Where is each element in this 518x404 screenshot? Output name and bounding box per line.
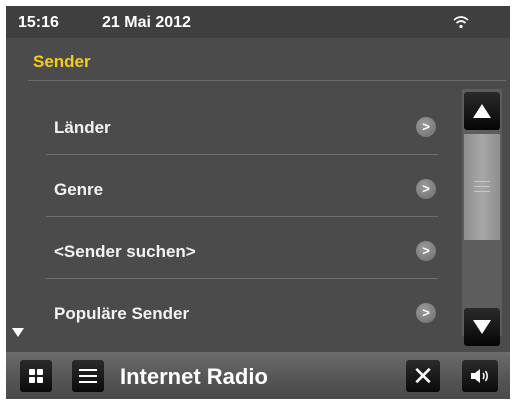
list-divider (46, 154, 438, 155)
grip-line (474, 181, 490, 182)
radio-screen: 15:16 21 Mai 2012 Sender Länder > Genre … (6, 6, 510, 399)
chevron-right-icon: > (416, 117, 436, 137)
list-item-label: <Sender suchen> (54, 242, 196, 261)
clock-time: 15:16 (18, 14, 59, 31)
chevron-right-icon: > (416, 179, 436, 199)
page-title: Sender (33, 52, 91, 71)
menu-button[interactable] (72, 360, 104, 392)
status-bar: 15:16 21 Mai 2012 (6, 6, 510, 38)
wifi-icon (453, 16, 469, 29)
list-item-sender-suchen[interactable]: <Sender suchen> > (46, 218, 438, 279)
list-item-laender[interactable]: Länder > (46, 94, 438, 155)
scrollbar-thumb[interactable] (464, 134, 500, 240)
list-item-label: Genre (54, 180, 104, 199)
volume-button[interactable] (462, 360, 498, 392)
list-divider (46, 278, 438, 279)
list-divider (46, 216, 438, 217)
header-divider (28, 80, 506, 81)
grip-line (474, 186, 490, 187)
list-item-label: Länder (54, 118, 111, 137)
triangle-up-icon (473, 104, 491, 118)
triangle-down-icon (473, 320, 491, 334)
clock-date: 21 Mai 2012 (102, 14, 191, 31)
apps-button[interactable] (20, 360, 52, 392)
list-item-label: Populäre Sender (54, 304, 190, 323)
list-item-genre[interactable]: Genre > (46, 156, 438, 217)
more-below-icon (12, 328, 24, 337)
scroll-up-button[interactable] (464, 92, 500, 130)
bottom-bar: Internet Radio ✕ (6, 352, 510, 399)
speaker-icon (471, 369, 488, 383)
scroll-down-button[interactable] (464, 308, 500, 346)
mode-title: Internet Radio (120, 364, 268, 389)
grip-line (474, 191, 490, 192)
close-icon: ✕ (412, 361, 434, 391)
chevron-right-icon: > (416, 303, 436, 323)
list-item-populaere-sender[interactable]: Populäre Sender > (46, 280, 438, 340)
chevron-right-icon: > (416, 241, 436, 261)
close-button[interactable]: ✕ (406, 360, 440, 392)
